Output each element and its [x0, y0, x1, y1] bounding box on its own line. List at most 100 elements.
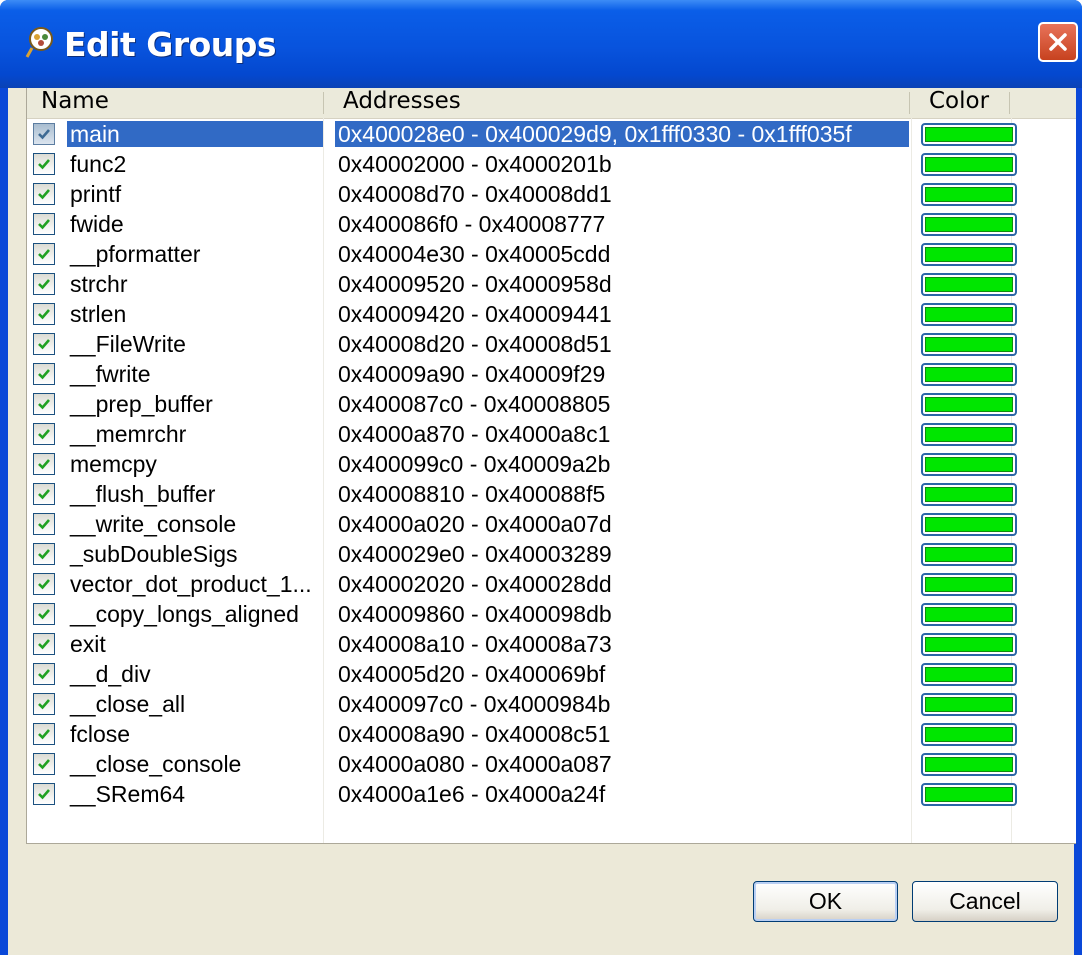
row-checkbox[interactable]	[33, 633, 55, 655]
row-checkbox[interactable]	[33, 183, 55, 205]
title-bar[interactable]: Edit Groups	[0, 0, 1082, 88]
table-row[interactable]: __close_all 0x400097c0 - 0x4000984b	[27, 689, 1076, 719]
group-addresses: 0x40002000 - 0x4000201b	[338, 151, 612, 177]
row-checkbox[interactable]	[33, 753, 55, 775]
row-checkbox[interactable]	[33, 213, 55, 235]
color-swatch[interactable]	[921, 273, 1017, 296]
row-checkbox[interactable]	[33, 693, 55, 715]
row-checkbox[interactable]	[33, 573, 55, 595]
check-icon	[38, 129, 50, 140]
table-row[interactable]: __d_div 0x40005d20 - 0x400069bf	[27, 659, 1076, 689]
row-checkbox[interactable]	[33, 783, 55, 805]
color-swatch-fill	[925, 277, 1013, 292]
table-row[interactable]: __fwrite 0x40009a90 - 0x40009f29	[27, 359, 1076, 389]
table-row[interactable]: printf 0x40008d70 - 0x40008dd1	[27, 179, 1076, 209]
check-icon	[38, 219, 50, 230]
table-row[interactable]: __SRem64 0x4000a1e6 - 0x4000a24f	[27, 779, 1076, 809]
color-swatch[interactable]	[921, 363, 1017, 386]
edit-groups-dialog: Edit Groups Name Addresses Color main 0x4…	[0, 0, 1082, 955]
row-checkbox[interactable]	[33, 333, 55, 355]
color-swatch[interactable]	[921, 723, 1017, 746]
group-addresses: 0x40009420 - 0x40009441	[338, 301, 612, 327]
row-checkbox[interactable]	[33, 123, 55, 145]
row-checkbox[interactable]	[33, 273, 55, 295]
close-icon	[1049, 33, 1067, 51]
ok-button[interactable]: OK	[753, 881, 898, 922]
table-row[interactable]: memcpy 0x400099c0 - 0x40009a2b	[27, 449, 1076, 479]
group-name: func2	[70, 151, 127, 177]
color-swatch-fill	[925, 577, 1013, 592]
group-name: exit	[70, 631, 106, 657]
color-swatch[interactable]	[921, 513, 1017, 536]
table-row[interactable]: vector_dot_product_1... 0x40002020 - 0x40…	[27, 569, 1076, 599]
table-row[interactable]: strchr 0x40009520 - 0x4000958d	[27, 269, 1076, 299]
table-row[interactable]: fwide 0x400086f0 - 0x40008777	[27, 209, 1076, 239]
close-button[interactable]	[1038, 22, 1078, 62]
color-swatch[interactable]	[921, 393, 1017, 416]
column-header-color[interactable]: Color	[929, 88, 989, 118]
check-icon	[38, 429, 50, 440]
table-row[interactable]: __write_console 0x4000a020 - 0x4000a07d	[27, 509, 1076, 539]
check-icon	[38, 279, 50, 290]
column-divider[interactable]	[1009, 92, 1010, 114]
column-header-addresses[interactable]: Addresses	[343, 88, 461, 118]
table-row[interactable]: _subDoubleSigs 0x400029e0 - 0x40003289	[27, 539, 1076, 569]
row-checkbox[interactable]	[33, 363, 55, 385]
table-row[interactable]: strlen 0x40009420 - 0x40009441	[27, 299, 1076, 329]
color-swatch[interactable]	[921, 603, 1017, 626]
table-row[interactable]: main 0x400028e0 - 0x400029d9, 0x1fff0330 …	[27, 119, 1076, 149]
check-icon	[38, 249, 50, 260]
check-icon	[38, 579, 50, 590]
color-swatch[interactable]	[921, 123, 1017, 146]
color-swatch-fill	[925, 697, 1013, 712]
table-row[interactable]: __pformatter 0x40004e30 - 0x40005cdd	[27, 239, 1076, 269]
column-divider[interactable]	[323, 92, 324, 114]
row-checkbox[interactable]	[33, 663, 55, 685]
column-divider[interactable]	[909, 92, 910, 114]
group-addresses: 0x40002020 - 0x400028dd	[338, 571, 612, 597]
table-row[interactable]: __prep_buffer 0x400087c0 - 0x40008805	[27, 389, 1076, 419]
color-swatch[interactable]	[921, 303, 1017, 326]
table-row[interactable]: __memrchr 0x4000a870 - 0x4000a8c1	[27, 419, 1076, 449]
group-name: __pformatter	[70, 241, 201, 267]
color-swatch[interactable]	[921, 573, 1017, 596]
color-swatch[interactable]	[921, 783, 1017, 806]
row-checkbox[interactable]	[33, 543, 55, 565]
color-swatch[interactable]	[921, 693, 1017, 716]
color-swatch[interactable]	[921, 633, 1017, 656]
cancel-button[interactable]: Cancel	[912, 881, 1058, 922]
color-swatch[interactable]	[921, 243, 1017, 266]
table-row[interactable]: __flush_buffer 0x40008810 - 0x400088f5	[27, 479, 1076, 509]
row-checkbox[interactable]	[33, 243, 55, 265]
row-checkbox[interactable]	[33, 393, 55, 415]
group-addresses: 0x40009a90 - 0x40009f29	[338, 361, 606, 387]
column-header-name[interactable]: Name	[41, 88, 109, 118]
table-row[interactable]: __copy_longs_aligned 0x40009860 - 0x40009…	[27, 599, 1076, 629]
table-row[interactable]: __close_console 0x4000a080 - 0x4000a087	[27, 749, 1076, 779]
groups-table[interactable]: Name Addresses Color main 0x400028e0 - 0x…	[26, 88, 1076, 844]
table-row[interactable]: exit 0x40008a10 - 0x40008a73	[27, 629, 1076, 659]
row-checkbox[interactable]	[33, 153, 55, 175]
color-swatch[interactable]	[921, 213, 1017, 236]
row-checkbox[interactable]	[33, 483, 55, 505]
color-swatch-fill	[925, 517, 1013, 532]
color-swatch[interactable]	[921, 453, 1017, 476]
color-swatch[interactable]	[921, 423, 1017, 446]
row-checkbox[interactable]	[33, 723, 55, 745]
table-row[interactable]: func2 0x40002000 - 0x4000201b	[27, 149, 1076, 179]
row-checkbox[interactable]	[33, 303, 55, 325]
group-addresses: 0x40008a10 - 0x40008a73	[338, 631, 612, 657]
color-swatch[interactable]	[921, 483, 1017, 506]
row-checkbox[interactable]	[33, 423, 55, 445]
row-checkbox[interactable]	[33, 603, 55, 625]
table-row[interactable]: fclose 0x40008a90 - 0x40008c51	[27, 719, 1076, 749]
table-row[interactable]: __FileWrite 0x40008d20 - 0x40008d51	[27, 329, 1076, 359]
color-swatch[interactable]	[921, 333, 1017, 356]
color-swatch[interactable]	[921, 153, 1017, 176]
row-checkbox[interactable]	[33, 453, 55, 475]
color-swatch[interactable]	[921, 543, 1017, 566]
color-swatch[interactable]	[921, 753, 1017, 776]
row-checkbox[interactable]	[33, 513, 55, 535]
color-swatch[interactable]	[921, 663, 1017, 686]
color-swatch[interactable]	[921, 183, 1017, 206]
